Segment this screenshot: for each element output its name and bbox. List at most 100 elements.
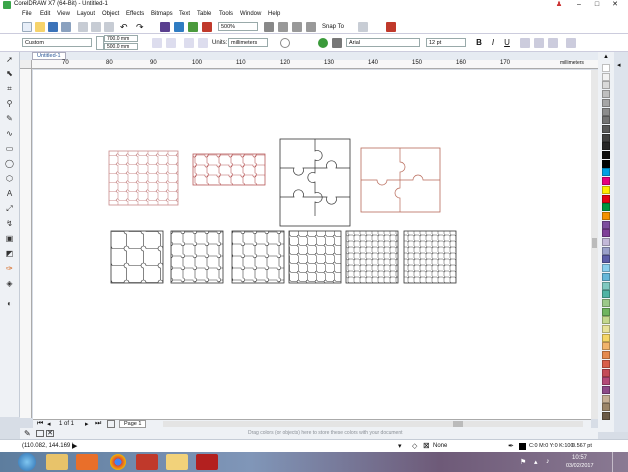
rectangle-tool-icon[interactable]: ▭ xyxy=(4,143,15,154)
zoom-level-select[interactable]: 500% xyxy=(218,22,258,31)
interactive-fill-icon[interactable]: ◈ xyxy=(4,278,15,289)
export-icon[interactable] xyxy=(188,22,198,32)
shape-tool-icon[interactable]: ⬉ xyxy=(4,68,15,79)
puzzle-large-six-piece[interactable] xyxy=(279,138,351,227)
palette-swatch[interactable] xyxy=(602,377,610,386)
pick-tool-icon[interactable]: ➚ xyxy=(4,54,15,65)
palette-swatch[interactable] xyxy=(602,298,610,307)
last-page-icon[interactable]: ⏭ xyxy=(95,420,101,428)
taskbar-folder-icon[interactable] xyxy=(166,454,188,470)
taskbar-acrobat-icon[interactable] xyxy=(196,454,218,470)
palette-swatch[interactable] xyxy=(602,159,610,168)
import-icon[interactable] xyxy=(174,22,184,32)
zoom-tool-icon[interactable]: ⚲ xyxy=(4,98,15,109)
palette-swatch[interactable] xyxy=(602,255,610,264)
palette-swatch[interactable] xyxy=(602,151,610,159)
palette-swatch[interactable] xyxy=(602,64,610,72)
palette-swatch[interactable] xyxy=(602,272,610,281)
show-grid-icon[interactable] xyxy=(292,22,302,32)
palette-swatch[interactable] xyxy=(602,351,610,360)
page-tab-1[interactable]: Page 1 xyxy=(119,420,147,428)
underline-icon[interactable]: U xyxy=(502,38,512,48)
paste-icon[interactable] xyxy=(104,22,114,32)
palette-swatch[interactable] xyxy=(602,359,610,368)
minimize-button[interactable]: – xyxy=(572,0,586,10)
puzzle-grid-2[interactable] xyxy=(170,230,224,284)
menu-file[interactable]: File xyxy=(22,11,32,17)
menu-edit[interactable]: Edit xyxy=(40,11,50,17)
palette-scroll-up-icon[interactable]: ▲ xyxy=(602,54,610,60)
palette-swatch[interactable] xyxy=(602,229,610,238)
palette-swatch[interactable] xyxy=(602,98,610,107)
puzzle-grid-6[interactable] xyxy=(403,230,457,284)
show-desktop-button[interactable] xyxy=(612,452,628,472)
palette-swatch[interactable] xyxy=(602,124,610,133)
drop-cap-icon[interactable] xyxy=(548,38,558,48)
no-fill-x-icon[interactable]: ✕ xyxy=(46,430,54,437)
nudge-distance-icon[interactable] xyxy=(280,38,290,48)
taskbar-explorer-icon[interactable] xyxy=(46,454,68,470)
palette-swatch[interactable] xyxy=(602,307,610,316)
tray-date[interactable]: 03/02/2017 xyxy=(566,463,594,469)
no-color-swatch[interactable] xyxy=(36,430,44,437)
eyedropper-icon[interactable]: ✎ xyxy=(24,429,31,438)
puzzle-red-small-grid[interactable] xyxy=(108,150,179,206)
puzzle-brown-four-piece[interactable] xyxy=(360,147,441,213)
text-properties-icon[interactable] xyxy=(566,38,576,48)
open-icon[interactable] xyxy=(35,22,45,32)
puzzle-grid-3[interactable] xyxy=(231,230,285,284)
tray-time[interactable]: 10:57 xyxy=(572,455,587,461)
menu-view[interactable]: View xyxy=(57,11,70,17)
palette-swatch[interactable] xyxy=(602,403,610,412)
publish-pdf-icon[interactable] xyxy=(202,22,212,32)
puzzle-grid-4[interactable] xyxy=(288,230,342,284)
bold-icon[interactable]: B xyxy=(474,38,484,48)
palette-swatch[interactable] xyxy=(602,72,610,81)
menu-help[interactable]: Help xyxy=(268,11,280,17)
palette-swatch[interactable] xyxy=(602,168,610,177)
palette-swatch[interactable] xyxy=(602,81,610,90)
snap-to-dropdown[interactable]: Snap To xyxy=(322,24,344,30)
palette-swatch[interactable] xyxy=(602,220,610,229)
vertical-scrollbar[interactable] xyxy=(591,70,598,419)
current-page-icon[interactable] xyxy=(198,38,208,48)
text-align-icon[interactable] xyxy=(520,38,530,48)
palette-swatch[interactable] xyxy=(602,342,610,351)
palette-swatch[interactable] xyxy=(602,264,610,273)
units-select[interactable]: millimeters xyxy=(228,38,268,47)
tab-untitled-1[interactable]: Untitled-1 xyxy=(32,52,66,60)
palette-swatch[interactable] xyxy=(602,333,610,342)
print-icon[interactable] xyxy=(61,22,71,32)
maximize-button[interactable]: □ xyxy=(590,0,604,10)
puzzle-grid-1[interactable] xyxy=(110,230,164,284)
outline-color-value[interactable]: C:0 M:0 Y:0 K:100 xyxy=(529,443,574,449)
connector-tool-icon[interactable]: ↯ xyxy=(4,218,15,229)
drawing-canvas[interactable] xyxy=(33,70,591,419)
palette-swatch[interactable] xyxy=(602,194,610,203)
transparency-icon[interactable]: ◩ xyxy=(4,248,15,259)
horizontal-ruler[interactable]: 70 80 90 100 110 120 130 140 150 160 170… xyxy=(32,60,598,69)
palette-swatch[interactable] xyxy=(602,290,610,299)
drop-shadow-icon[interactable]: ▣ xyxy=(4,233,15,244)
artistic-media-icon[interactable]: ∿ xyxy=(4,128,15,139)
search-content-icon[interactable] xyxy=(160,22,170,32)
full-screen-icon[interactable] xyxy=(264,22,274,32)
landscape-icon[interactable] xyxy=(166,38,176,48)
dock-expand-icon[interactable]: ◂ xyxy=(617,62,625,70)
page-height-field[interactable]: 500.0 mm xyxy=(104,43,138,50)
smart-fill-icon[interactable]: ◐ xyxy=(4,298,15,309)
close-button[interactable]: ✕ xyxy=(608,0,622,10)
palette-swatch[interactable] xyxy=(602,238,610,246)
palette-swatch[interactable] xyxy=(602,394,610,403)
fill-status[interactable]: None xyxy=(433,443,447,449)
next-page-icon[interactable]: ▸ xyxy=(85,420,89,428)
menu-tools[interactable]: Tools xyxy=(219,11,233,17)
show-rulers-icon[interactable] xyxy=(278,22,288,32)
undo-icon[interactable]: ↶ xyxy=(120,22,130,32)
menu-object[interactable]: Object xyxy=(102,11,119,17)
ellipse-tool-icon[interactable]: ◯ xyxy=(4,158,15,169)
menu-layout[interactable]: Layout xyxy=(77,11,95,17)
tray-volume-icon[interactable]: ♪ xyxy=(546,458,550,465)
user-icon[interactable]: ♟ xyxy=(552,0,566,10)
palette-swatch[interactable] xyxy=(602,325,610,333)
